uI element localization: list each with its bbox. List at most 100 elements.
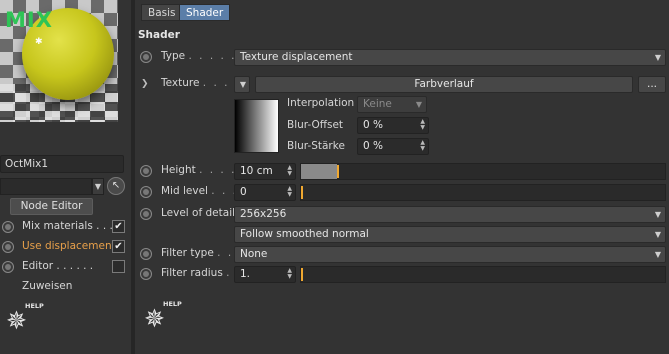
height-value: 10 cm	[240, 165, 273, 177]
height-dots: . . . .	[199, 164, 237, 176]
texture-shader-button[interactable]: Farbverlauf	[255, 76, 633, 93]
option-editor[interactable]: Editor . . . . . .	[0, 258, 131, 276]
blur-offset-label: Blur-Offset	[287, 119, 344, 131]
mid-level-label: Mid level . . .	[161, 185, 238, 197]
option-label: Use displacement	[22, 240, 116, 252]
material-panel: MIX ✱ OctMix1 ▼ ↖ Node Editor Mix materi…	[0, 0, 131, 354]
height-row: Height . . . . 10 cm ▲ ▼	[135, 162, 669, 180]
filter-type-value: None	[240, 248, 268, 260]
filter-radius-label-text: Filter radius	[161, 267, 223, 279]
filter-radius-field[interactable]: 1. ▲ ▼	[234, 266, 296, 283]
slider-marker	[301, 268, 303, 281]
blur-strength-field[interactable]: 0 % ▲ ▼	[357, 138, 429, 155]
help-icon: ✵	[144, 304, 165, 333]
blur-offset-field[interactable]: 0 % ▲ ▼	[357, 117, 429, 134]
section-title: Shader	[138, 29, 180, 41]
height-slider[interactable]	[300, 163, 666, 180]
type-label-text: Type	[161, 50, 186, 62]
mid-level-value: 0	[240, 186, 247, 198]
animate-radio-icon[interactable]	[140, 248, 152, 260]
normal-mode-value: Follow smoothed normal	[240, 228, 369, 240]
gradient-preview[interactable]	[234, 99, 279, 153]
animate-radio-icon[interactable]	[140, 51, 152, 63]
filter-radius-slider[interactable]	[300, 266, 666, 283]
animate-radio-icon[interactable]	[140, 165, 152, 177]
spinner-icon[interactable]: ▲ ▼	[420, 119, 425, 131]
node-editor-button[interactable]: Node Editor	[10, 198, 93, 215]
filter-radius-value: 1.	[240, 268, 251, 280]
sparkle-icon: ✱	[35, 37, 43, 47]
pick-cursor-icon[interactable]: ↖	[107, 177, 125, 195]
chevron-down-icon[interactable]: ▼	[92, 178, 104, 195]
help-label: HELP	[25, 302, 44, 310]
type-value: Texture displacement	[240, 51, 353, 63]
option-label: Editor . . . . . .	[22, 260, 94, 272]
animate-radio-icon[interactable]	[2, 221, 14, 233]
spinner-icon[interactable]: ▲ ▼	[420, 140, 425, 152]
option-mix-materials[interactable]: Mix materials . . . ✔	[0, 218, 131, 236]
assign-button[interactable]: Zuweisen	[22, 280, 72, 292]
filter-type-dropdown[interactable]: None ▼	[234, 246, 666, 263]
animate-radio-icon[interactable]	[140, 208, 152, 220]
link-field[interactable]	[0, 178, 92, 195]
slider-marker	[337, 165, 339, 178]
level-of-detail-dropdown[interactable]: 256x256 ▼	[234, 206, 666, 223]
attributes-panel: Basis Shader Shader Type . . . . . . Tex…	[135, 0, 669, 354]
chevron-down-icon: ▼	[654, 230, 661, 239]
interpolation-label: Interpolation	[287, 97, 355, 109]
animate-radio-icon[interactable]	[2, 261, 14, 273]
animate-radio-icon[interactable]	[2, 241, 14, 253]
normal-mode-dropdown[interactable]: Follow smoothed normal ▼	[234, 226, 666, 243]
chevron-down-icon: ▼	[239, 80, 246, 89]
spinner-icon[interactable]: ▲ ▼	[287, 165, 292, 177]
texture-menu-button[interactable]: ▼	[234, 76, 250, 93]
mix-materials-checkbox[interactable]: ✔	[112, 220, 125, 233]
texture-label: Texture . . . .	[161, 77, 240, 89]
help-logo[interactable]: HELP ✵	[6, 302, 46, 340]
mid-level-row: Mid level . . . 0 ▲ ▼	[135, 183, 669, 201]
height-label-text: Height	[161, 164, 196, 176]
filter-radius-dots: .	[226, 267, 232, 279]
level-of-detail-value: 256x256	[240, 208, 287, 220]
spinner-icon[interactable]: ▲ ▼	[287, 186, 292, 198]
slider-marker	[301, 186, 303, 199]
interpolation-value: Keine	[363, 98, 392, 110]
mid-level-field[interactable]: 0 ▲ ▼	[234, 184, 296, 201]
type-dropdown[interactable]: Texture displacement ▼	[234, 49, 666, 66]
chevron-down-icon: ▼	[654, 210, 661, 219]
chevron-down-icon: ▼	[415, 100, 422, 109]
filter-type-label: Filter type . .	[161, 247, 233, 259]
chevron-down-icon: ▼	[654, 53, 661, 62]
help-label: HELP	[163, 300, 182, 308]
tab-shader[interactable]: Shader	[179, 4, 231, 21]
option-label: Mix materials . . .	[22, 220, 113, 232]
slider-fill	[301, 164, 337, 179]
texture-label-text: Texture	[161, 77, 200, 89]
filter-radius-row: Filter radius . 1. ▲ ▼	[135, 265, 669, 283]
filter-type-row: Filter type . . None ▼	[135, 245, 669, 263]
use-displacement-checkbox[interactable]: ✔	[112, 240, 125, 253]
tab-basis[interactable]: Basis	[141, 4, 183, 21]
mid-level-slider[interactable]	[300, 184, 666, 201]
animate-radio-icon[interactable]	[140, 268, 152, 280]
blur-offset-value: 0 %	[363, 119, 383, 131]
preview-mix-label: MIX	[5, 8, 53, 32]
help-logo[interactable]: HELP ✵	[144, 300, 184, 338]
height-label: Height . . . .	[161, 164, 236, 176]
filter-radius-label: Filter radius .	[161, 267, 232, 279]
spinner-icon[interactable]: ▲ ▼	[287, 268, 292, 280]
animate-radio-icon[interactable]	[140, 186, 152, 198]
height-field[interactable]: 10 cm ▲ ▼	[234, 163, 296, 180]
material-preview[interactable]: MIX ✱	[0, 0, 118, 122]
filter-type-dots: . .	[217, 247, 234, 259]
blur-strength-label: Blur-Stärke	[287, 140, 345, 152]
option-use-displacement[interactable]: Use displacement ✔	[0, 238, 131, 256]
material-name-field[interactable]: OctMix1	[0, 155, 124, 173]
editor-checkbox[interactable]	[112, 260, 125, 273]
type-row: Type . . . . . . Texture displacement ▼	[135, 48, 669, 66]
texture-more-button[interactable]: ...	[638, 76, 666, 93]
blur-strength-value: 0 %	[363, 140, 383, 152]
texture-row: Texture . . . . ▼ Farbverlauf ...	[135, 75, 669, 93]
mid-level-label-text: Mid level	[161, 185, 208, 197]
interpolation-dropdown[interactable]: Keine ▼	[357, 96, 427, 113]
